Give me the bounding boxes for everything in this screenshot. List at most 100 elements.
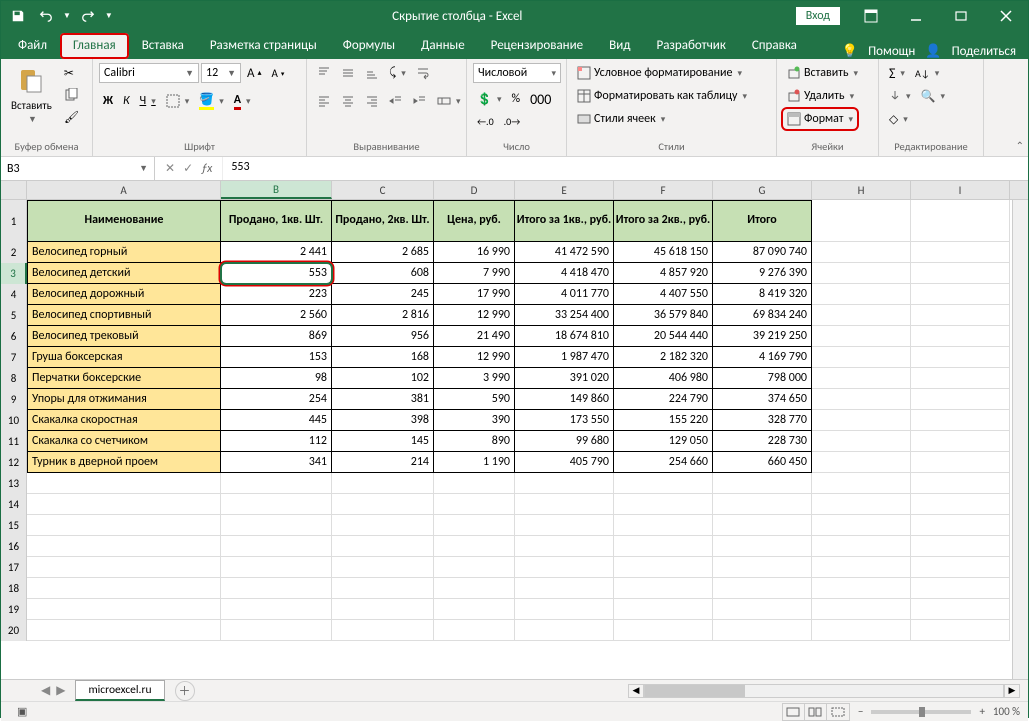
tell-me-icon[interactable]: 💡	[842, 44, 858, 59]
cell[interactable]	[911, 620, 1010, 641]
data-cell[interactable]: 9 276 390	[713, 263, 812, 284]
cell[interactable]	[812, 200, 911, 242]
format-painter-button[interactable]: 🖌	[60, 107, 83, 127]
cell[interactable]	[812, 473, 911, 494]
cell[interactable]	[434, 620, 515, 641]
orientation-button[interactable]: ⤹▾	[385, 63, 410, 83]
conditional-formatting-button[interactable]: Условное форматирование▾	[573, 63, 746, 83]
cell[interactable]	[614, 557, 713, 578]
font-color-button[interactable]: А▾	[230, 91, 255, 111]
column-header[interactable]: H	[812, 181, 911, 199]
cell[interactable]	[812, 326, 911, 347]
data-cell[interactable]: 4 011 770	[515, 284, 614, 305]
align-left-button[interactable]	[313, 91, 335, 111]
data-cell[interactable]: 36 579 840	[614, 305, 713, 326]
collapse-ribbon-button[interactable]: ⌃	[1016, 139, 1024, 152]
cell[interactable]	[434, 578, 515, 599]
data-cell[interactable]: 2 560	[221, 305, 332, 326]
data-cell[interactable]: 1 190	[434, 452, 515, 473]
cell[interactable]	[332, 473, 434, 494]
undo-dropdown[interactable]: ▼	[63, 11, 71, 21]
redo-icon[interactable]	[77, 5, 99, 27]
data-cell[interactable]: 102	[332, 368, 434, 389]
column-header[interactable]: B	[221, 181, 332, 199]
autosum-button[interactable]: Σ▾	[885, 63, 909, 83]
data-cell[interactable]: 391 020	[515, 368, 614, 389]
name-cell[interactable]: Скакалка со счетчиком	[27, 431, 221, 452]
cell[interactable]	[812, 578, 911, 599]
data-cell[interactable]: 2 816	[332, 305, 434, 326]
maximize-icon[interactable]	[938, 1, 983, 31]
data-cell[interactable]: 341	[221, 452, 332, 473]
underline-button[interactable]: Ч▾	[136, 91, 160, 111]
cell[interactable]	[221, 536, 332, 557]
cell[interactable]	[515, 557, 614, 578]
data-cell[interactable]: 869	[221, 326, 332, 347]
fill-color-button[interactable]: 🪣▾	[195, 91, 227, 111]
name-box[interactable]: B3▼	[1, 157, 155, 180]
cell[interactable]	[221, 494, 332, 515]
data-cell[interactable]: 224 790	[614, 389, 713, 410]
zoom-in-button[interactable]: +	[979, 705, 984, 718]
name-cell[interactable]: Велосипед дорожный	[27, 284, 221, 305]
data-cell[interactable]: 890	[434, 431, 515, 452]
cell[interactable]	[27, 578, 221, 599]
cell[interactable]	[911, 284, 1010, 305]
row-header[interactable]: 14	[1, 494, 27, 515]
cell[interactable]	[332, 536, 434, 557]
data-cell[interactable]: 4 169 790	[713, 347, 812, 368]
cell[interactable]	[614, 494, 713, 515]
column-header[interactable]: E	[515, 181, 614, 199]
cell[interactable]	[332, 599, 434, 620]
data-cell[interactable]: 12 990	[434, 305, 515, 326]
data-cell[interactable]: 445	[221, 410, 332, 431]
tab-help[interactable]: Справка	[739, 33, 810, 59]
decrease-decimal-button[interactable]: .0→	[500, 111, 525, 131]
name-cell[interactable]: Скакалка скоростная	[27, 410, 221, 431]
data-cell[interactable]: 12 990	[434, 347, 515, 368]
tab-review[interactable]: Рецензирование	[478, 33, 596, 59]
percent-button[interactable]: %	[507, 89, 524, 109]
select-all-corner[interactable]	[1, 181, 27, 200]
increase-indent-button[interactable]	[409, 91, 431, 111]
add-sheet-button[interactable]: ＋	[175, 681, 195, 701]
data-cell[interactable]: 590	[434, 389, 515, 410]
row-header[interactable]: 9	[1, 389, 27, 410]
row-header[interactable]: 3	[1, 263, 27, 284]
cell[interactable]	[221, 473, 332, 494]
cell[interactable]	[221, 578, 332, 599]
share-label[interactable]: Поделиться	[952, 44, 1016, 59]
fx-icon[interactable]: ƒx	[201, 162, 212, 176]
row-header[interactable]: 12	[1, 452, 27, 473]
tab-view[interactable]: Вид	[596, 33, 643, 59]
cell[interactable]	[27, 473, 221, 494]
cell[interactable]	[27, 536, 221, 557]
cell[interactable]	[911, 473, 1010, 494]
currency-button[interactable]: 💲▾	[473, 89, 505, 109]
copy-button[interactable]	[60, 85, 83, 105]
number-format-combo[interactable]: Числовой▾	[473, 63, 561, 83]
cell[interactable]	[614, 473, 713, 494]
data-cell[interactable]: 145	[332, 431, 434, 452]
cell[interactable]	[434, 473, 515, 494]
increase-font-button[interactable]: A▴	[243, 63, 266, 83]
data-cell[interactable]: 328 770	[713, 410, 812, 431]
align-middle-button[interactable]	[337, 63, 359, 83]
tab-pagelayout[interactable]: Разметка страницы	[197, 33, 330, 59]
row-header[interactable]: 1	[1, 200, 27, 242]
data-cell[interactable]: 1 987 470	[515, 347, 614, 368]
cut-button[interactable]: ✂	[60, 63, 83, 83]
cell[interactable]	[332, 557, 434, 578]
cell[interactable]	[812, 536, 911, 557]
cell[interactable]	[221, 599, 332, 620]
cancel-formula-icon[interactable]: ✕	[165, 161, 175, 176]
cell[interactable]	[911, 431, 1010, 452]
cell[interactable]	[614, 599, 713, 620]
name-cell[interactable]: Велосипед трековый	[27, 326, 221, 347]
cell[interactable]	[332, 578, 434, 599]
align-top-button[interactable]	[313, 63, 335, 83]
row-header[interactable]: 19	[1, 599, 27, 620]
data-cell[interactable]: 21 490	[434, 326, 515, 347]
row-header[interactable]: 18	[1, 578, 27, 599]
cell-styles-button[interactable]: Стили ячеек▾	[573, 109, 669, 129]
